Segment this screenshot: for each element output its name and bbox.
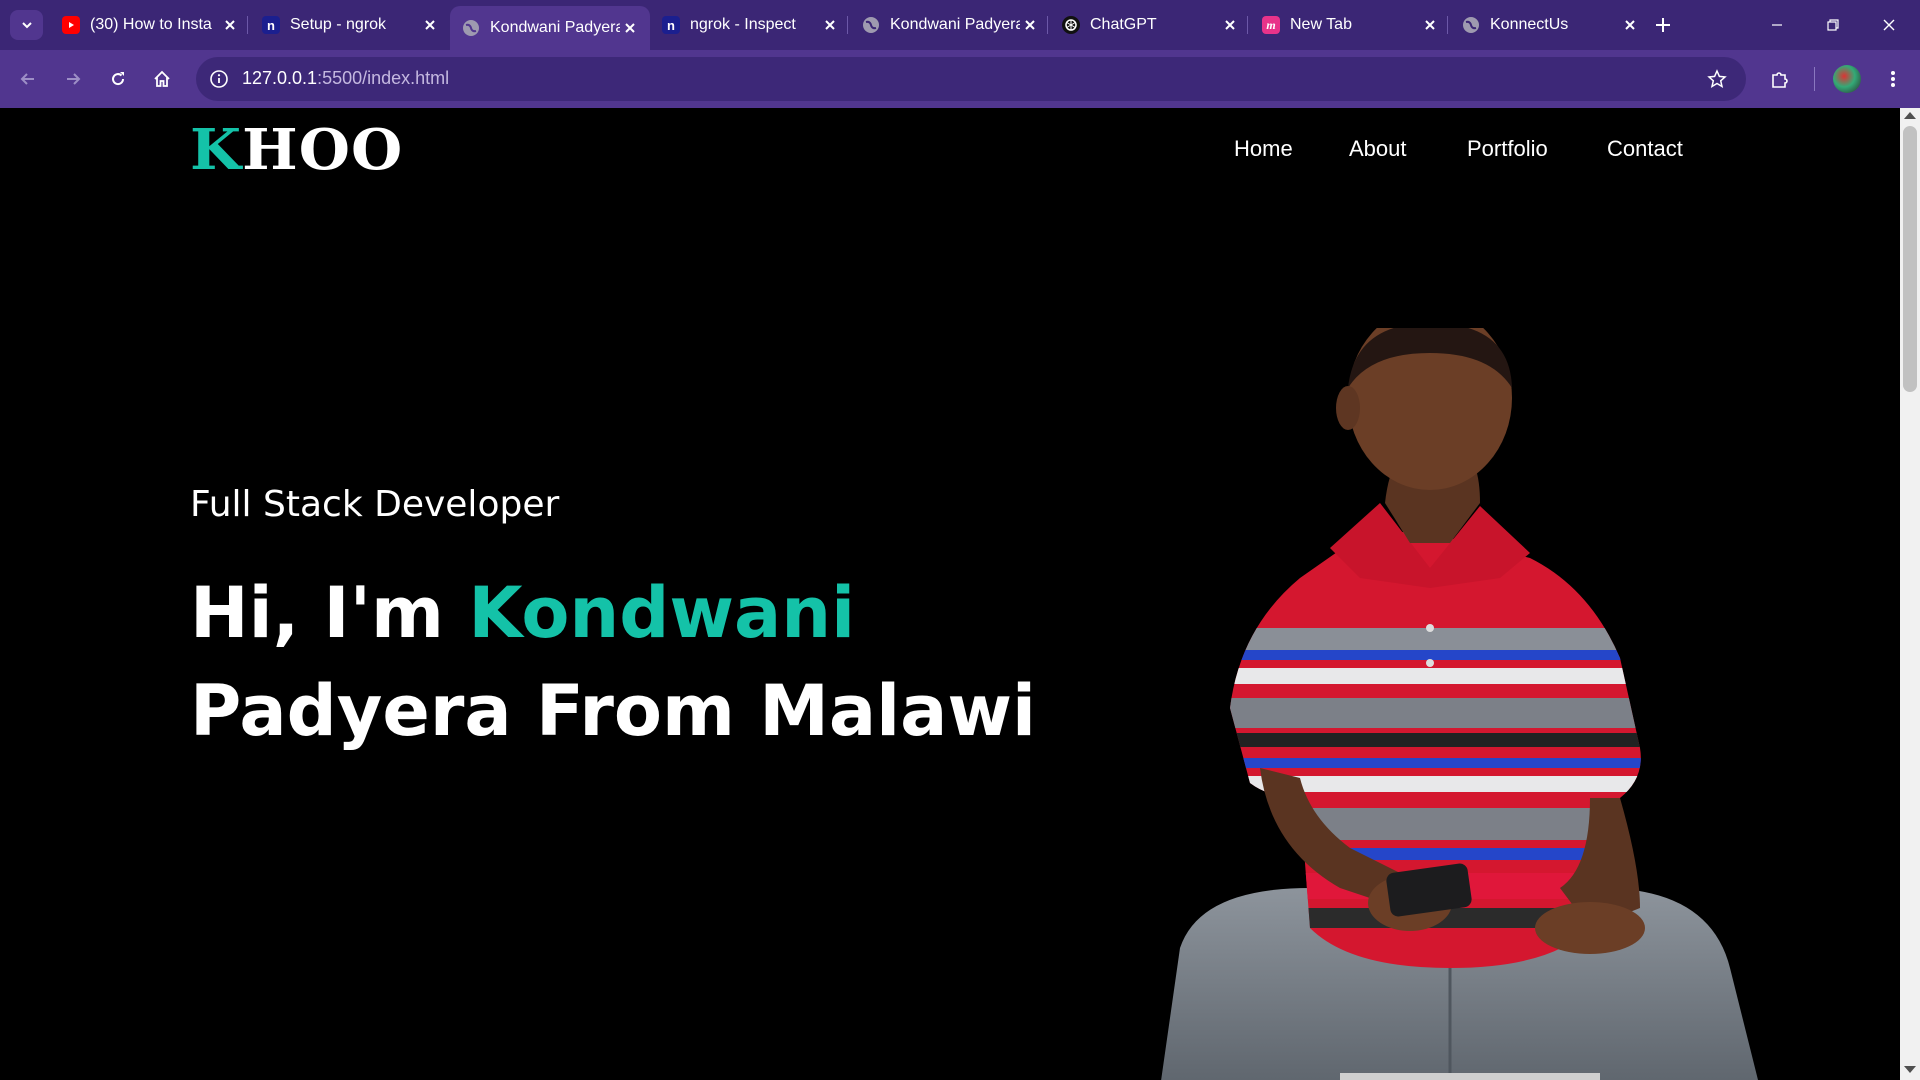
- tab-title: Kondwani Padyera: [890, 16, 1020, 33]
- tab-ngrok-inspect[interactable]: n ngrok - Inspect: [650, 6, 850, 44]
- nav-home-link[interactable]: Home: [1234, 136, 1293, 162]
- bookmark-button[interactable]: [1702, 64, 1732, 94]
- tab-ngrok-setup[interactable]: n Setup - ngrok: [250, 6, 450, 44]
- ngrok-icon: n: [262, 16, 280, 34]
- chatgpt-icon: [1062, 16, 1080, 34]
- tab-divider: [247, 16, 248, 34]
- logo-text: HOO: [242, 117, 404, 183]
- nav-contact-link[interactable]: Contact: [1607, 136, 1683, 162]
- new-tab-button[interactable]: [1650, 12, 1676, 38]
- close-icon[interactable]: [420, 15, 440, 35]
- tab-title: New Tab: [1290, 16, 1352, 33]
- m-icon: m: [1262, 16, 1280, 34]
- tab-title: KonnectUs: [1490, 16, 1569, 33]
- hero-portrait-image: [1161, 328, 1758, 1080]
- minimize-button[interactable]: [1757, 10, 1797, 40]
- extensions-button[interactable]: [1764, 63, 1796, 95]
- puzzle-icon: [1772, 72, 1788, 88]
- url-path: :5500/index.html: [317, 68, 450, 88]
- info-icon: [210, 70, 228, 88]
- close-icon[interactable]: [620, 18, 640, 38]
- globe-icon: [462, 19, 480, 37]
- url-text[interactable]: 127.0.0.1:5500/index.html: [242, 68, 449, 89]
- tab-chatgpt[interactable]: ChatGPT: [1050, 6, 1250, 44]
- nav-about-link[interactable]: About: [1349, 136, 1407, 162]
- close-icon[interactable]: [1220, 15, 1240, 35]
- home-button[interactable]: [146, 63, 178, 95]
- globe-icon: [1462, 16, 1480, 34]
- ngrok-icon: n: [662, 16, 680, 34]
- tab-youtube[interactable]: (30) How to Insta: [50, 6, 250, 44]
- youtube-icon: [62, 16, 80, 34]
- site-info-button[interactable]: [206, 66, 232, 92]
- nav-portfolio-link[interactable]: Portfolio: [1467, 136, 1548, 162]
- arrow-right-icon: [67, 73, 81, 85]
- toolbar-divider: [1814, 67, 1815, 91]
- url-host: 127.0.0.1: [242, 68, 318, 88]
- hero-subtitle: Full Stack Developer: [190, 484, 560, 525]
- tab-divider: [1447, 16, 1448, 34]
- restore-icon: [1827, 19, 1839, 31]
- close-icon[interactable]: [1620, 15, 1640, 35]
- restore-button[interactable]: [1813, 10, 1853, 40]
- tab-title: ngrok - Inspect: [690, 16, 796, 33]
- arrow-left-icon: [20, 73, 34, 85]
- close-icon[interactable]: [220, 15, 240, 35]
- profile-avatar[interactable]: [1833, 65, 1861, 93]
- forward-button[interactable]: [57, 63, 89, 95]
- headline-line-2: Padyera From Malawi: [190, 670, 1037, 752]
- tab-kondwani[interactable]: Kondwani Padyera: [850, 6, 1050, 44]
- tab-divider: [1047, 16, 1048, 34]
- browser-menu-button[interactable]: [1878, 63, 1908, 95]
- home-icon: [154, 70, 170, 87]
- close-icon[interactable]: [1020, 15, 1040, 35]
- plus-icon: [1656, 18, 1670, 32]
- site-logo[interactable]: KHOO: [190, 122, 403, 178]
- scrollbar-thumb[interactable]: [1903, 126, 1917, 392]
- tab-divider: [847, 16, 848, 34]
- reload-icon: [112, 72, 125, 86]
- logo-accent-letter: K: [190, 117, 243, 183]
- close-icon[interactable]: [820, 15, 840, 35]
- hero-headline: Hi, I'm Kondwani Padyera From Malawi: [190, 564, 1036, 760]
- star-icon: [1707, 69, 1727, 89]
- tab-search-button[interactable]: [10, 10, 43, 40]
- headline-line-1: Hi, I'm Kondwani: [190, 564, 1036, 662]
- tab-divider: [1247, 16, 1248, 34]
- reload-button[interactable]: [102, 63, 134, 95]
- minimize-icon: [1772, 24, 1782, 26]
- tab-title: Setup - ngrok: [290, 16, 387, 33]
- tab-kondwani-active[interactable]: Kondwani Padyera: [450, 6, 650, 50]
- close-icon: [1883, 19, 1895, 31]
- tab-title: (30) How to Insta: [90, 16, 212, 33]
- headline-greeting: Hi, I'm: [190, 572, 469, 654]
- scroll-up-arrow-icon[interactable]: [1904, 112, 1916, 119]
- close-window-button[interactable]: [1869, 10, 1909, 40]
- scroll-down-arrow-icon[interactable]: [1904, 1066, 1916, 1073]
- page-viewport: KHOO Home About Portfolio Contact Full S…: [0, 108, 1900, 1080]
- tab-title: Kondwani Padyera: [490, 19, 620, 36]
- back-button[interactable]: [12, 63, 44, 95]
- tab-konnectus[interactable]: KonnectUs: [1450, 6, 1650, 44]
- tab-new[interactable]: m New Tab: [1250, 6, 1450, 44]
- kebab-menu-icon: [1891, 71, 1895, 87]
- headline-name: Kondwani: [468, 572, 856, 654]
- close-icon[interactable]: [1420, 15, 1440, 35]
- chevron-down-icon: [21, 22, 32, 29]
- globe-icon: [862, 16, 880, 34]
- tab-title: ChatGPT: [1090, 16, 1157, 33]
